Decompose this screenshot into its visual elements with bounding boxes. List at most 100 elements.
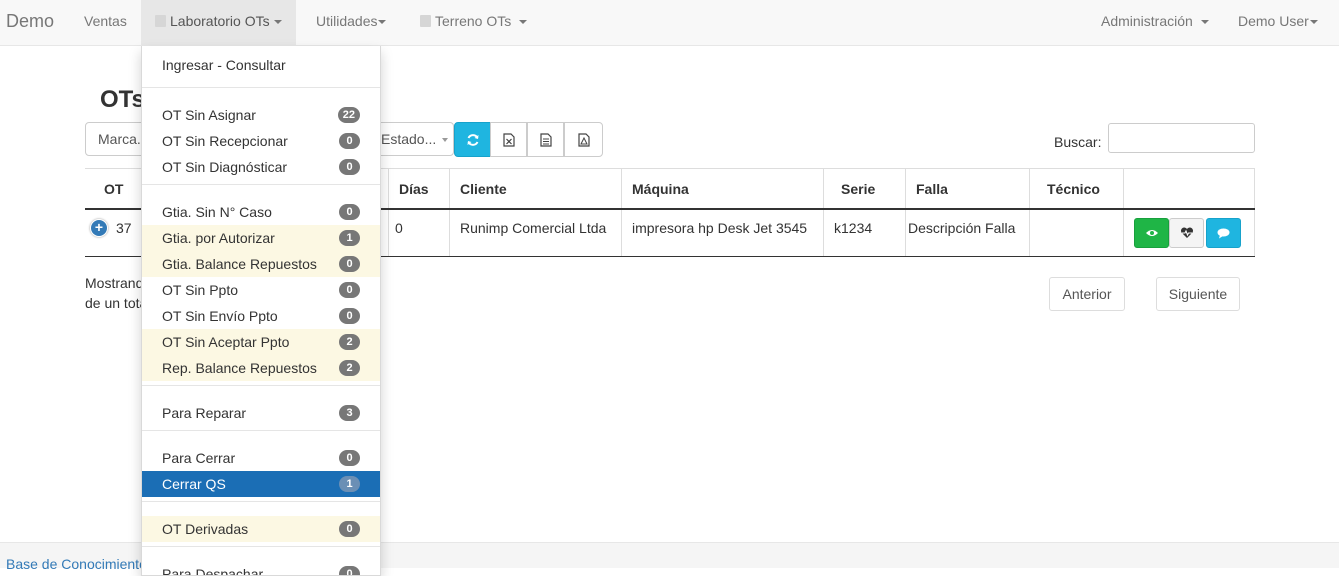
- brand-link[interactable]: Demo: [6, 0, 54, 46]
- menu-item-label: OT Sin Diagnósticar: [162, 159, 288, 175]
- cell-ot-value: 37: [116, 220, 132, 236]
- menu-item-label: Gtia. por Autorizar: [162, 230, 275, 246]
- count-badge: 0: [339, 133, 360, 149]
- chevron-down-icon: [519, 20, 528, 25]
- menu-divider: [142, 430, 380, 431]
- count-badge: 22: [337, 107, 360, 123]
- diagnose-button[interactable]: [1169, 218, 1204, 248]
- cell-falla: Descripción Falla: [905, 210, 1029, 256]
- excel-file-icon: [502, 132, 515, 147]
- truck-icon: [420, 15, 431, 27]
- menu-item-label: OT Derivadas: [162, 521, 249, 537]
- count-badge: 0: [339, 308, 360, 324]
- menu-divider: [142, 546, 380, 547]
- count-badge: 1: [339, 476, 360, 492]
- menu-divider: [142, 501, 380, 502]
- menu-item[interactable]: Rep. Balance Repuestos 2: [142, 355, 380, 381]
- col-cliente[interactable]: Cliente: [449, 169, 621, 208]
- top-navbar: Demo Ventas Laboratorio OTs Utilidades T…: [0, 0, 1339, 46]
- menu-item-label: OT Sin Envío Ppto: [162, 308, 278, 324]
- nav-utilidades-label: Utilidades: [316, 13, 378, 29]
- laboratorio-dropdown-menu: Ingresar - Consultar OT Sin Asignar 22 OT …: [141, 46, 381, 576]
- menu-divider: [142, 385, 380, 386]
- col-maquina[interactable]: Máquina: [621, 169, 823, 208]
- menu-item-ingresar-consultar[interactable]: Ingresar - Consultar: [142, 52, 380, 78]
- menu-item[interactable]: Gtia. Balance Repuestos 0: [142, 251, 380, 277]
- nav-user-menu[interactable]: Demo User: [1238, 0, 1318, 46]
- refresh-button[interactable]: [454, 122, 491, 157]
- menu-item[interactable]: OT Sin Ppto 0: [142, 277, 380, 303]
- comment-icon: [1217, 228, 1230, 238]
- menu-divider: [142, 87, 380, 88]
- next-page-button[interactable]: Siguiente: [1156, 277, 1240, 311]
- cell-dias: 0: [388, 210, 449, 256]
- menu-item[interactable]: OT Sin Diagnósticar 0: [142, 154, 380, 180]
- cell-cliente: Runimp Comercial Ltda: [449, 210, 621, 256]
- count-badge: 2: [339, 334, 360, 350]
- col-actions: [1123, 169, 1255, 208]
- menu-item-label: OT Sin Aceptar Ppto: [162, 334, 290, 350]
- count-badge: 0: [339, 450, 360, 466]
- view-button[interactable]: [1134, 218, 1169, 248]
- comment-button[interactable]: [1206, 218, 1241, 248]
- flask-icon: [155, 15, 166, 27]
- menu-item-label: OT Sin Asignar: [162, 107, 256, 123]
- menu-item-label: OT Sin Ppto: [162, 282, 239, 298]
- document-icon: [539, 132, 552, 147]
- menu-item[interactable]: Cerrar QS 1: [142, 471, 380, 497]
- menu-item-label: Gtia. Sin N° Caso: [162, 204, 272, 220]
- menu-item[interactable]: Para Despachar 0: [142, 561, 380, 575]
- cell-actions: [1123, 210, 1255, 256]
- col-falla[interactable]: Falla: [905, 169, 1029, 208]
- nav-ventas[interactable]: Ventas: [84, 0, 127, 46]
- cell-tecnico: [1029, 210, 1123, 256]
- export-document-button[interactable]: [527, 122, 564, 157]
- count-badge: 3: [339, 405, 360, 421]
- count-badge: 0: [339, 282, 360, 298]
- count-badge: 0: [339, 256, 360, 272]
- count-badge: 0: [339, 204, 360, 220]
- menu-item[interactable]: OT Sin Asignar 22: [142, 102, 380, 128]
- col-tecnico[interactable]: Técnico: [1029, 169, 1123, 208]
- count-badge: 1: [339, 230, 360, 246]
- menu-item[interactable]: Gtia. Sin N° Caso 0: [142, 199, 380, 225]
- nav-administracion[interactable]: Administración: [1101, 0, 1209, 46]
- menu-divider: [142, 184, 380, 185]
- menu-item[interactable]: Gtia. por Autorizar 1: [142, 225, 380, 251]
- chevron-down-icon: [273, 20, 282, 25]
- menu-item-label: Rep. Balance Repuestos: [162, 360, 317, 376]
- menu-item-label: Para Cerrar: [162, 450, 236, 466]
- prev-page-button[interactable]: Anterior: [1049, 277, 1125, 311]
- nav-utilidades[interactable]: Utilidades: [316, 0, 387, 46]
- expand-row-icon[interactable]: +: [91, 220, 107, 236]
- menu-item[interactable]: OT Derivadas 0: [142, 516, 380, 542]
- col-serie[interactable]: Serie: [823, 169, 905, 208]
- count-badge: 0: [339, 159, 360, 175]
- menu-item[interactable]: OT Sin Recepcionar 0: [142, 128, 380, 154]
- knowledge-base-link[interactable]: Base de Conocimiento: [6, 556, 147, 572]
- menu-item-label: Gtia. Balance Repuestos: [162, 256, 317, 272]
- chevron-down-icon: [442, 138, 449, 143]
- export-excel-button[interactable]: [490, 122, 527, 157]
- nav-terreno-ots[interactable]: Terreno OTs: [420, 0, 528, 46]
- export-pdf-button[interactable]: [564, 122, 603, 157]
- refresh-icon: [467, 133, 478, 146]
- search-label: Buscar:: [1054, 134, 1102, 150]
- search-input[interactable]: [1108, 123, 1255, 153]
- menu-item[interactable]: OT Sin Aceptar Ppto 2: [142, 329, 380, 355]
- nav-laboratorio-ots[interactable]: Laboratorio OTs: [141, 0, 296, 46]
- chevron-down-icon: [1309, 20, 1318, 25]
- menu-item[interactable]: OT Sin Envío Ppto 0: [142, 303, 380, 329]
- estado-select-label: Estado...: [381, 131, 437, 147]
- nav-terreno-label: Terreno OTs: [435, 13, 512, 29]
- menu-item[interactable]: Para Cerrar 0: [142, 445, 380, 471]
- cell-serie: k1234: [823, 210, 905, 256]
- nav-laboratorio-label: Laboratorio OTs: [170, 13, 270, 29]
- menu-item[interactable]: Para Reparar 3: [142, 400, 380, 426]
- page-title: OTs: [100, 86, 145, 113]
- col-dias[interactable]: Días: [388, 169, 449, 208]
- chevron-down-icon: [378, 20, 387, 25]
- cell-maquina: impresora hp Desk Jet 3545: [621, 210, 823, 256]
- count-badge: 0: [339, 521, 360, 537]
- heartbeat-icon: [1180, 227, 1193, 238]
